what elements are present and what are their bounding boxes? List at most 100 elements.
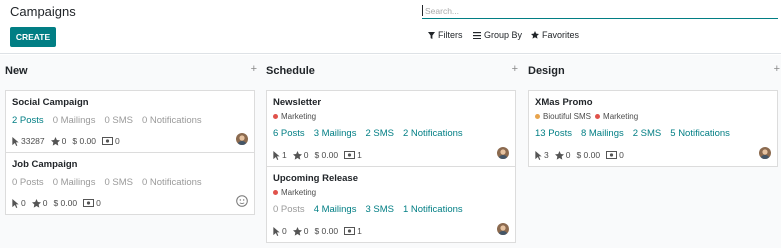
notifications-link[interactable]: 0 Notifications bbox=[142, 177, 202, 188]
tag-color-dot bbox=[535, 114, 540, 119]
posts-link[interactable]: 6 Posts bbox=[273, 128, 305, 139]
card-title: XMas Promo bbox=[535, 97, 593, 108]
campaign-card[interactable]: Upcoming Release Marketing 0 Posts 4 Mai… bbox=[266, 166, 516, 243]
filters-button[interactable]: Filters bbox=[428, 30, 463, 40]
tag-label: Marketing bbox=[603, 112, 639, 121]
column-title: Schedule bbox=[266, 65, 315, 77]
column-title: New bbox=[5, 65, 28, 77]
campaign-card[interactable]: Social Campaign 2 Posts 0 Mailings 0 SMS… bbox=[5, 90, 255, 153]
filters-label: Filters bbox=[438, 30, 463, 40]
tag-label: Bioutiful SMS bbox=[543, 112, 592, 121]
favorites-count: 0 bbox=[61, 136, 67, 146]
mailings-link[interactable]: 0 Mailings bbox=[53, 115, 96, 126]
card-tags: Marketing bbox=[273, 188, 316, 197]
revenue-value: $ 0.00 bbox=[576, 150, 601, 160]
campaign-card[interactable]: XMas Promo Bioutiful SMS Marketing 13 Po… bbox=[528, 90, 778, 167]
star-icon bbox=[31, 198, 41, 208]
card-stats: 0 Posts 4 Mailings 3 SMS 1 Notifications bbox=[273, 204, 463, 215]
clicks-count: 33287 bbox=[21, 136, 45, 146]
empty-avatar-icon[interactable] bbox=[236, 195, 248, 207]
sms-link[interactable]: 3 SMS bbox=[365, 204, 394, 215]
notifications-link[interactable]: 2 Notifications bbox=[403, 128, 463, 139]
add-card-icon[interactable]: + bbox=[512, 63, 518, 75]
star-icon bbox=[554, 150, 564, 160]
text-cursor bbox=[422, 5, 423, 16]
notifications-link[interactable]: 0 Notifications bbox=[142, 115, 202, 126]
campaign-card[interactable]: Job Campaign 0 Posts 0 Mailings 0 SMS 0 … bbox=[5, 152, 255, 215]
tag: Bioutiful SMS bbox=[535, 112, 591, 121]
card-footer: 0 0 $ 0.00 0 bbox=[12, 198, 101, 208]
card-stats: 0 Posts 0 Mailings 0 SMS 0 Notifications bbox=[12, 177, 202, 188]
column-title: Design bbox=[528, 65, 565, 77]
kanban-board: New + Social Campaign 2 Posts 0 Mailings… bbox=[0, 55, 781, 248]
tag-color-dot bbox=[273, 114, 278, 119]
card-stats: 2 Posts 0 Mailings 0 SMS 0 Notifications bbox=[12, 115, 202, 126]
favorites-count: 0 bbox=[303, 226, 309, 236]
documents-count: 0 bbox=[619, 150, 624, 160]
notifications-link[interactable]: 5 Notifications bbox=[670, 128, 730, 139]
revenue-value: $ 0.00 bbox=[72, 136, 97, 146]
sms-link[interactable]: 2 SMS bbox=[633, 128, 662, 139]
clicks-count: 0 bbox=[282, 226, 287, 236]
posts-link[interactable]: 13 Posts bbox=[535, 128, 572, 139]
tag: Marketing bbox=[273, 188, 316, 197]
favorites-count: 0 bbox=[303, 150, 309, 160]
sms-link[interactable]: 2 SMS bbox=[365, 128, 394, 139]
clicks-count: 0 bbox=[21, 198, 26, 208]
cursor-icon bbox=[273, 150, 280, 160]
card-footer: 1 0 $ 0.00 1 bbox=[273, 150, 362, 160]
add-card-icon[interactable]: + bbox=[774, 63, 780, 75]
kanban-column-schedule: Schedule + Newsletter Marketing 6 Posts … bbox=[266, 55, 518, 248]
card-footer: 33287 0 $ 0.00 0 bbox=[12, 136, 120, 146]
search-input[interactable] bbox=[425, 5, 765, 16]
column-header: New + bbox=[5, 63, 257, 79]
avatar[interactable] bbox=[236, 133, 248, 145]
mailings-link[interactable]: 4 Mailings bbox=[314, 204, 357, 215]
money-icon bbox=[344, 151, 356, 159]
notifications-link[interactable]: 1 Notifications bbox=[403, 204, 463, 215]
kanban-column-design: Design + XMas Promo Bioutiful SMS Market… bbox=[528, 55, 780, 248]
favorites-button[interactable]: Favorites bbox=[531, 30, 579, 40]
revenue-value: $ 0.00 bbox=[53, 198, 78, 208]
posts-link[interactable]: 2 Posts bbox=[12, 115, 44, 126]
card-footer: 3 0 $ 0.00 0 bbox=[535, 150, 624, 160]
kanban-column-new: New + Social Campaign 2 Posts 0 Mailings… bbox=[5, 55, 257, 248]
clicks-count: 1 bbox=[282, 150, 287, 160]
cursor-icon bbox=[273, 226, 280, 236]
money-icon bbox=[344, 227, 356, 235]
mailings-link[interactable]: 3 Mailings bbox=[314, 128, 357, 139]
filter-icon bbox=[428, 31, 435, 39]
sms-link[interactable]: 0 SMS bbox=[104, 177, 133, 188]
avatar[interactable] bbox=[497, 223, 509, 235]
tag-color-dot bbox=[595, 114, 601, 119]
favorites-count: 0 bbox=[565, 150, 571, 160]
sms-link[interactable]: 0 SMS bbox=[104, 115, 133, 126]
add-card-icon[interactable]: + bbox=[251, 63, 257, 75]
list-icon bbox=[473, 31, 481, 39]
cursor-icon bbox=[535, 150, 542, 160]
favorites-label: Favorites bbox=[542, 30, 580, 40]
tag-color-dot bbox=[273, 190, 278, 195]
mailings-link[interactable]: 8 Mailings bbox=[581, 128, 624, 139]
clicks-count: 3 bbox=[544, 150, 549, 160]
tag-label: Marketing bbox=[281, 188, 317, 197]
tag: Marketing bbox=[595, 112, 638, 121]
campaign-card[interactable]: Newsletter Marketing 6 Posts 3 Mailings … bbox=[266, 90, 516, 167]
card-stats: 13 Posts 8 Mailings 2 SMS 5 Notification… bbox=[535, 128, 730, 139]
group-by-button[interactable]: Group By bbox=[473, 30, 522, 40]
posts-link[interactable]: 0 Posts bbox=[273, 204, 305, 215]
page-title: Campaigns bbox=[10, 4, 76, 19]
card-title: Job Campaign bbox=[12, 159, 78, 170]
avatar[interactable] bbox=[497, 147, 509, 159]
create-button[interactable]: CREATE bbox=[10, 27, 56, 47]
money-icon bbox=[83, 199, 95, 207]
tag: Marketing bbox=[273, 112, 316, 121]
documents-count: 1 bbox=[357, 150, 362, 160]
posts-link[interactable]: 0 Posts bbox=[12, 177, 44, 188]
mailings-link[interactable]: 0 Mailings bbox=[53, 177, 96, 188]
card-title: Upcoming Release bbox=[273, 173, 358, 184]
card-stats: 6 Posts 3 Mailings 2 SMS 2 Notifications bbox=[273, 128, 463, 139]
avatar[interactable] bbox=[759, 147, 771, 159]
search-bar[interactable] bbox=[422, 3, 778, 19]
card-tags: Bioutiful SMS Marketing bbox=[535, 112, 638, 121]
